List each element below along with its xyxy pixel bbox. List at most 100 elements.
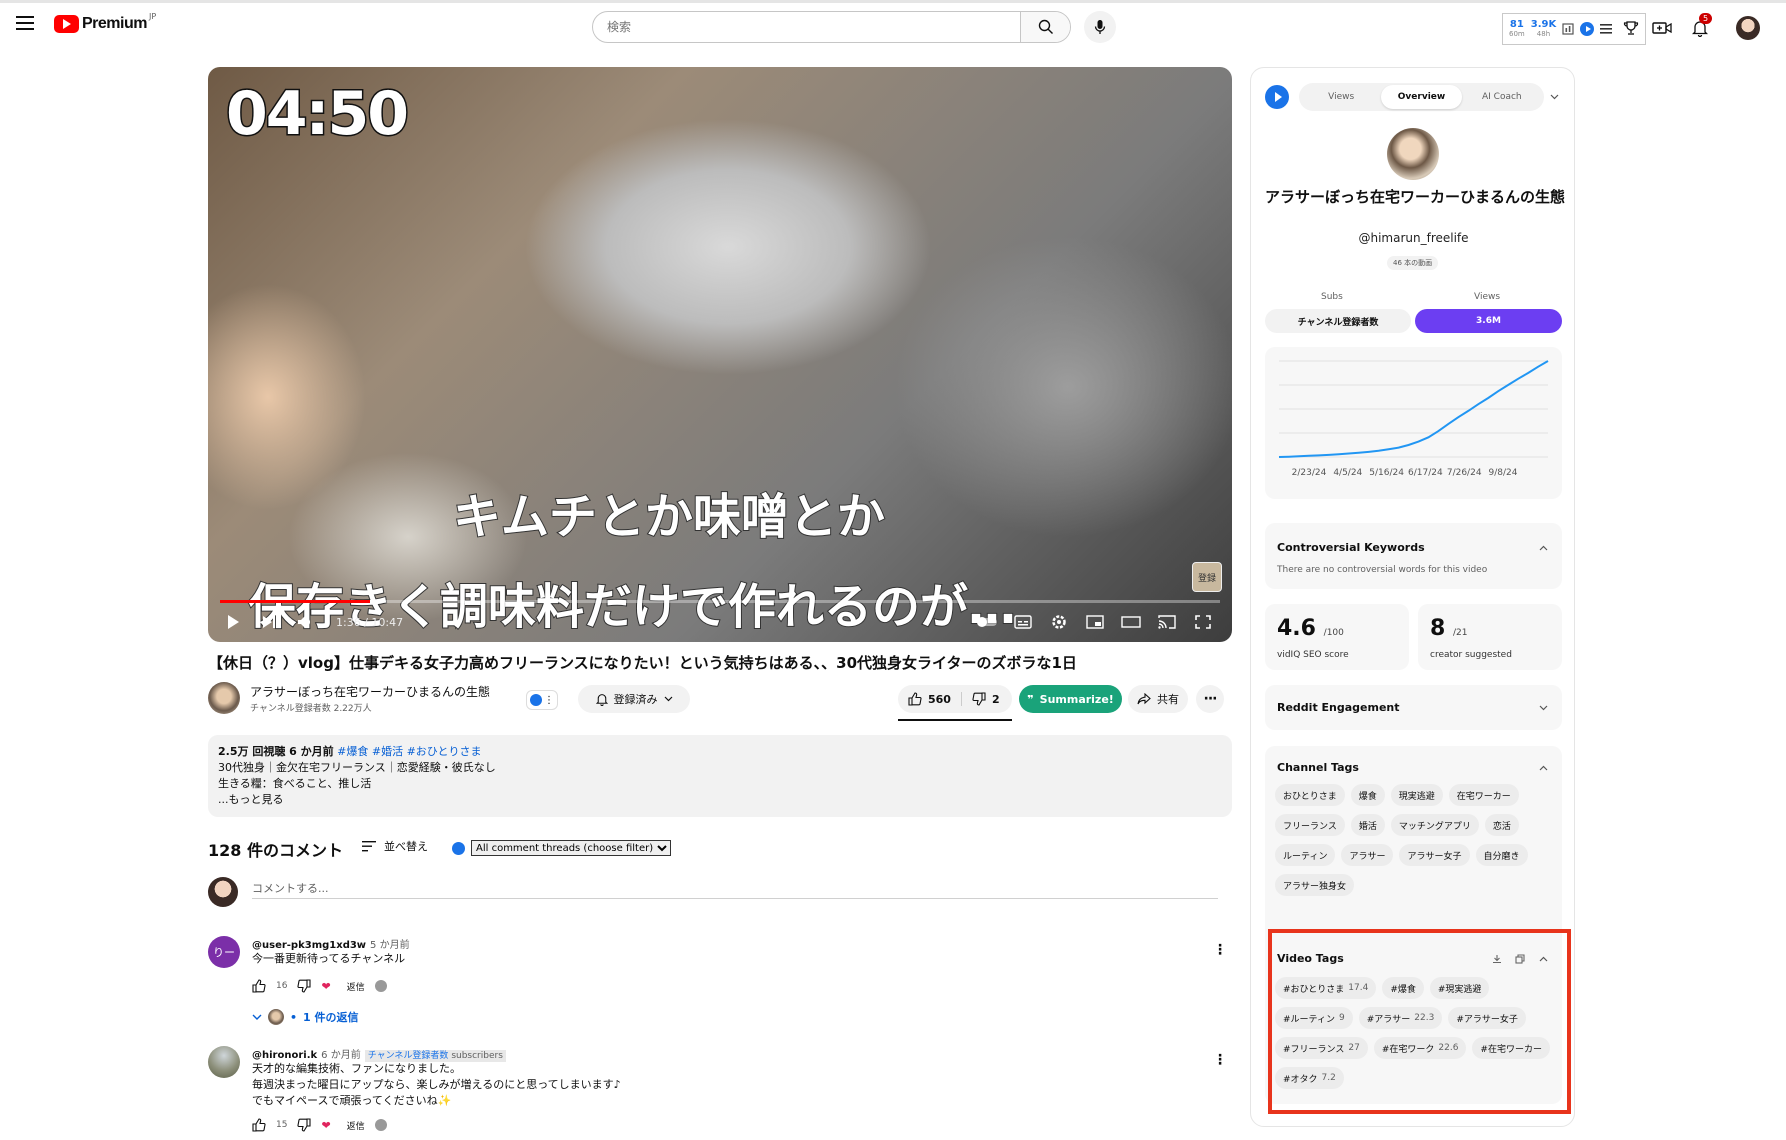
channel-tag[interactable]: アラサー女子 xyxy=(1399,844,1470,866)
channel-tag[interactable]: ルーティン xyxy=(1275,844,1336,866)
more-horiz-icon: ··· xyxy=(1203,691,1218,707)
chevron-up-icon[interactable] xyxy=(1537,762,1549,774)
controversial-keywords-card[interactable]: Controversial Keywords There are no cont… xyxy=(1265,523,1562,589)
theater-mode-icon[interactable] xyxy=(1120,611,1142,633)
comment-like-count: 15 xyxy=(276,1120,288,1130)
vidiq-reply-icon[interactable] xyxy=(374,980,387,992)
comment-more-icon[interactable]: ⋮ xyxy=(1212,1052,1228,1068)
channel-watermark[interactable]: 登録 xyxy=(1192,562,1222,592)
channel-tag[interactable]: フリーランス xyxy=(1275,814,1345,836)
comment-actions: 16 ❤ 返信 xyxy=(252,979,387,993)
channel-tag[interactable]: おひとりさま xyxy=(1275,784,1345,806)
next-icon[interactable] xyxy=(258,611,280,633)
like-button[interactable]: 560 xyxy=(908,692,962,706)
search-button[interactable] xyxy=(1020,12,1070,42)
masthead: Premium JP 8160m 3.9K48h 5 xyxy=(0,3,1786,49)
channel-tag[interactable]: 婚活 xyxy=(1350,814,1385,836)
create-video-icon[interactable] xyxy=(1651,17,1673,39)
chevron-down-icon[interactable] xyxy=(1537,702,1549,714)
cast-icon[interactable] xyxy=(1156,611,1178,633)
chevron-down-icon[interactable] xyxy=(1547,90,1561,104)
creator-heart-icon: ❤ xyxy=(321,1118,331,1132)
thumbs-down-icon[interactable] xyxy=(297,979,312,993)
commenter-avatar[interactable] xyxy=(208,1046,240,1078)
search-input[interactable] xyxy=(593,12,1020,42)
seo-score-label: vidIQ SEO score xyxy=(1277,650,1349,660)
chart-x-tick: 7/26/24 xyxy=(1447,468,1482,478)
subs-toggle[interactable]: チャンネル登録者数 xyxy=(1265,309,1411,333)
description-hashtags[interactable]: #爆食 #婚活 #おひとりさま xyxy=(337,745,481,758)
settings-icon[interactable] xyxy=(1048,611,1070,633)
current-user-avatar xyxy=(208,877,238,907)
list-icon[interactable] xyxy=(1600,24,1613,34)
thumbs-down-icon[interactable] xyxy=(297,1118,312,1132)
vidiq-reply-icon[interactable] xyxy=(374,1119,387,1131)
comment-thread: @hironori.k 6 か月前 チャンネル登録者数 subscribers 天才… xyxy=(208,1046,1232,1136)
commenter-avatar[interactable]: りー xyxy=(208,936,240,968)
channel-tag[interactable]: 爆食 xyxy=(1350,784,1385,806)
seo-score: 4.6 /100 xyxy=(1277,616,1344,641)
view-count-date: 2.5万 回視聴 6 か月前 xyxy=(218,745,334,758)
progress-bar[interactable] xyxy=(220,600,1220,603)
autoplay-toggle[interactable] xyxy=(976,611,998,633)
tab-ai-coach[interactable]: AI Coach xyxy=(1462,85,1542,109)
play-icon[interactable] xyxy=(222,611,244,633)
subscribed-button[interactable]: 登録済み xyxy=(578,685,690,713)
channel-tag[interactable]: アラサー xyxy=(1341,844,1394,866)
chevron-up-icon[interactable] xyxy=(1537,542,1549,554)
add-comment-input[interactable]: コメントする... xyxy=(252,880,329,896)
dislike-button[interactable]: 2 xyxy=(962,692,1000,706)
views-toggle[interactable]: 3.6M xyxy=(1415,309,1562,333)
creator-suggested-card: 8 /21 creator suggested xyxy=(1418,604,1562,670)
add-comment-row: コメントする... xyxy=(208,877,1218,909)
notifications-button[interactable]: 5 xyxy=(1689,13,1713,39)
vidiq-channel-button[interactable]: ⋮ xyxy=(526,690,558,710)
reply-button[interactable]: 返信 xyxy=(347,1119,365,1132)
trophy-icon[interactable] xyxy=(1620,17,1642,39)
chart-icon[interactable] xyxy=(1562,23,1574,35)
channel-tag[interactable]: 在宅ワーカー xyxy=(1448,784,1519,806)
channel-tag[interactable]: 現実逃避 xyxy=(1390,784,1443,806)
miniplayer-icon[interactable] xyxy=(1084,611,1106,633)
channel-avatar[interactable] xyxy=(208,682,240,714)
subtitles-icon[interactable] xyxy=(1012,611,1034,633)
youtube-premium-logo[interactable]: Premium JP xyxy=(54,12,156,33)
controversial-title: Controversial Keywords xyxy=(1277,541,1425,554)
video-player[interactable]: 04:50 キムチとか味噌とか 保存きく調味料だけで作れるのが… 登録 1:36… xyxy=(208,67,1232,642)
reply-button[interactable]: 返信 xyxy=(347,980,365,993)
share-button[interactable]: 共有 xyxy=(1128,685,1188,713)
more-actions-button[interactable]: ··· xyxy=(1196,685,1224,713)
tab-views[interactable]: Views xyxy=(1301,85,1381,109)
summarize-button[interactable]: ❞ Summarize! xyxy=(1019,685,1122,713)
account-avatar[interactable] xyxy=(1736,16,1760,40)
vidiq-logo-icon[interactable] xyxy=(1265,85,1289,109)
thumbs-down-icon xyxy=(972,692,986,706)
sort-comments-button[interactable]: 並べ替え xyxy=(362,838,428,854)
volume-icon[interactable] xyxy=(294,611,316,633)
channel-tag[interactable]: マッチングアプリ xyxy=(1390,814,1479,836)
comment-author[interactable]: @hironori.k 6 か月前 チャンネル登録者数 subscribers xyxy=(252,1046,506,1062)
chart-x-tick: 5/16/24 xyxy=(1369,468,1404,478)
thumbs-up-icon[interactable] xyxy=(252,1118,266,1132)
chevron-down-icon xyxy=(252,1014,262,1020)
comment-author[interactable]: @user-pk3mg1xd3w 5 か月前 xyxy=(252,936,410,951)
fullscreen-icon[interactable] xyxy=(1192,611,1214,633)
tab-overview[interactable]: Overview xyxy=(1381,85,1462,109)
chevron-down-icon xyxy=(664,696,672,702)
voice-search-button[interactable] xyxy=(1084,11,1116,43)
menu-icon[interactable] xyxy=(16,16,34,30)
vidiq-icon[interactable] xyxy=(1580,22,1595,36)
comment-filter-select[interactable]: All comment threads (choose filter) xyxy=(471,840,671,856)
show-more-link[interactable]: ...もっと見る xyxy=(218,792,1222,808)
channel-tag[interactable]: 恋活 xyxy=(1484,814,1519,836)
view-replies-button[interactable]: • 1 件の返信 xyxy=(252,1009,359,1025)
progress-fill xyxy=(220,600,370,603)
reddit-engagement-card[interactable]: Reddit Engagement xyxy=(1265,685,1562,730)
thumbs-up-icon[interactable] xyxy=(252,979,266,993)
channel-name[interactable]: アラサーぼっち在宅ワーカーひまるんの生態 xyxy=(250,683,490,700)
description-box[interactable]: 2.5万 回視聴 6 か月前 #爆食 #婚活 #おひとりさま 30代独身｜金欠在… xyxy=(208,735,1232,817)
panel-channel-handle: @himarun_freelife xyxy=(1358,231,1469,245)
channel-tag[interactable]: 自分磨き xyxy=(1475,844,1528,866)
comment-more-icon[interactable]: ⋮ xyxy=(1212,942,1228,958)
channel-tag[interactable]: アラサー独身女 xyxy=(1275,874,1355,896)
